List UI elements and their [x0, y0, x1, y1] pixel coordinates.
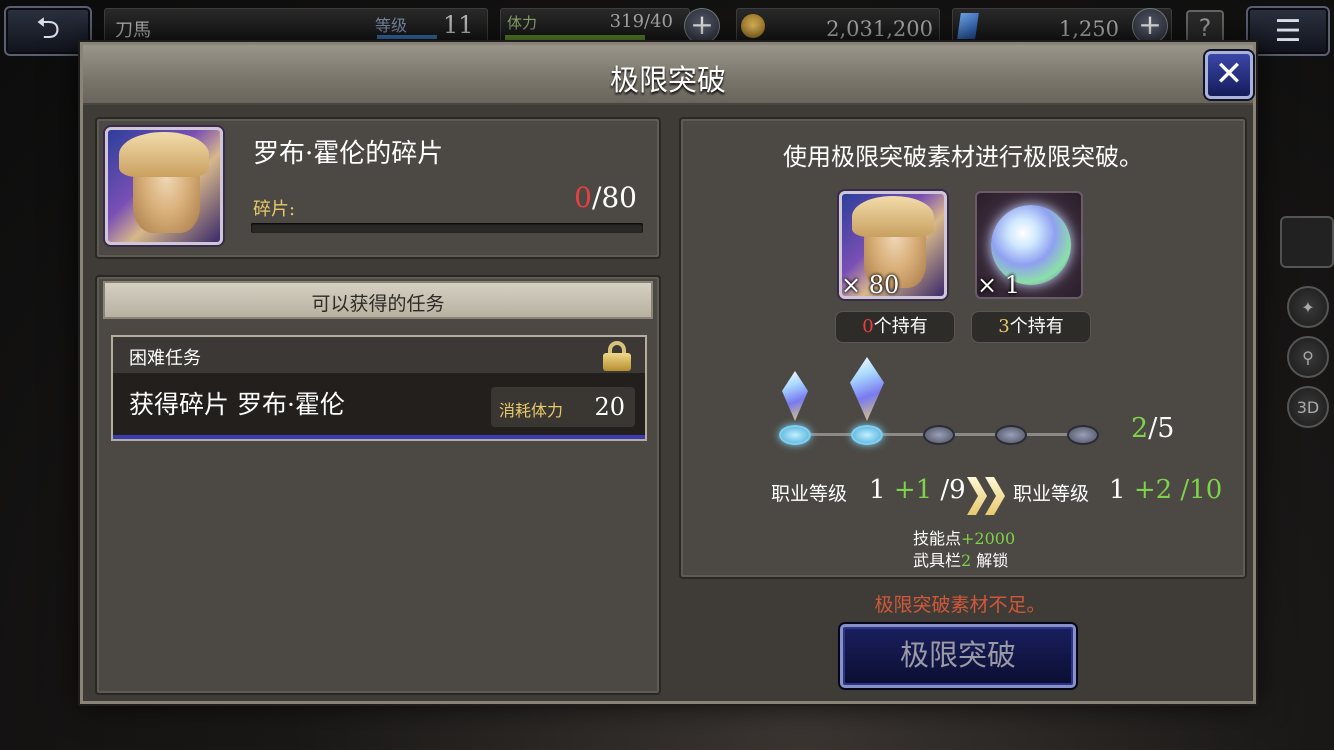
- character-portrait-icon: [105, 127, 223, 245]
- material-qty: × 80: [841, 271, 900, 299]
- job-max: /9: [940, 475, 966, 505]
- job-level-before: 1 +1 /9: [869, 475, 966, 505]
- mission-type-bar: 困难任务: [113, 337, 645, 373]
- slot-node-empty: [923, 425, 955, 445]
- fragment-count: 0/80: [574, 181, 637, 214]
- fragment-progress-bar: [251, 223, 643, 233]
- job-plus: +1: [893, 475, 933, 505]
- modal-header: 极限突破 ✕: [83, 45, 1253, 105]
- fragment-card-panel: 罗布·霍伦的碎片 碎片: 0/80: [95, 117, 661, 259]
- fragment-label: 碎片:: [253, 199, 296, 220]
- stamina-label: 体力: [507, 14, 538, 32]
- lock-icon: [603, 341, 631, 371]
- crystal-icon: [850, 357, 884, 421]
- crystal-icon: [782, 371, 808, 421]
- stamina-cost-value: 20: [594, 393, 625, 421]
- player-level: 11: [443, 11, 474, 39]
- side-emblem-icon[interactable]: ✦: [1287, 286, 1329, 328]
- job-max: /10: [1180, 475, 1223, 505]
- stamina-value: 319/40: [609, 11, 673, 32]
- add-gems-button[interactable]: +: [1132, 8, 1168, 44]
- missions-header: 可以获得的任务: [103, 281, 653, 319]
- job-plus: +2: [1133, 475, 1173, 505]
- bonus-label: 技能点: [913, 529, 962, 548]
- job-base: 1: [869, 475, 886, 505]
- mission-name: 获得碎片 罗布·霍伦: [129, 390, 345, 419]
- add-stamina-button[interactable]: +: [684, 8, 720, 44]
- owned-label: 个持有: [873, 316, 928, 337]
- owned-label: 个持有: [1009, 316, 1064, 337]
- mission-stamina-cost: 消耗体力 20: [491, 387, 635, 427]
- stamina-bar: [505, 35, 645, 40]
- limit-break-button[interactable]: 极限突破: [840, 624, 1076, 688]
- limit-break-count: 2/5: [1131, 413, 1174, 444]
- missions-header-label: 可以获得的任务: [311, 293, 445, 315]
- material-fragment[interactable]: × 80: [839, 191, 947, 299]
- gil-display: 2,031,200: [736, 8, 940, 42]
- mission-type: 困难任务: [129, 348, 201, 369]
- missions-panel: 可以获得的任务 困难任务 获得碎片 罗布·霍伦 消耗体力 20: [95, 275, 661, 695]
- bonus-label: 武具栏: [913, 551, 962, 570]
- mission-item[interactable]: 困难任务 获得碎片 罗布·霍伦 消耗体力 20: [111, 335, 647, 441]
- back-button[interactable]: ⮌: [4, 6, 92, 56]
- owned-number: 0: [862, 316, 874, 337]
- close-button[interactable]: ✕: [1205, 51, 1253, 99]
- fragment-required: /80: [591, 181, 637, 214]
- slot-node-empty: [995, 425, 1027, 445]
- limit-break-description: 使用极限突破素材进行极限突破。: [783, 143, 1143, 171]
- fragment-owned: 0: [574, 181, 592, 214]
- side-locked-feature-icon[interactable]: [1280, 216, 1334, 268]
- bonus-value: +2000: [961, 529, 1016, 548]
- player-info: 刀馬 等级 11: [104, 8, 488, 42]
- gil-value: 2,031,200: [826, 17, 933, 41]
- bonus-skill-points: 技能点+2000: [913, 525, 1015, 549]
- side-3d-toggle[interactable]: 3D: [1287, 386, 1329, 428]
- insufficient-materials-warning: 极限突破素材不足。: [874, 594, 1046, 616]
- material-owned-count: 0个持有: [835, 311, 955, 343]
- hamburger-menu-icon: ☰: [1274, 13, 1302, 49]
- menu-button[interactable]: ☰: [1246, 6, 1330, 56]
- stamina-display: 体力 319/40: [500, 8, 690, 42]
- gem-value: 1,250: [1058, 17, 1119, 41]
- gil-coin-icon: [741, 14, 765, 38]
- modal-title: 极限突破: [609, 63, 726, 97]
- level-progress-bar: [377, 35, 437, 39]
- slots-current: 2: [1131, 413, 1149, 444]
- job-level-label-before: 职业等级: [771, 483, 848, 505]
- job-level-after: 1 +2 /10: [1109, 475, 1222, 505]
- bonus-suffix: 解锁: [971, 551, 1009, 570]
- owned-number: 3: [998, 316, 1010, 337]
- level-label: 等级: [375, 16, 408, 35]
- material-owned-count: 3个持有: [971, 311, 1091, 343]
- bonus-value: 2: [961, 551, 972, 570]
- slot-node-filled: [851, 425, 883, 445]
- limit-break-panel: 使用极限突破素材进行极限突破。 × 80 × 1 0个持有 3个持有 2/5 职…: [679, 117, 1247, 579]
- gem-icon: [957, 13, 979, 39]
- job-level-label-after: 职业等级: [1013, 483, 1090, 505]
- material-qty: × 1: [977, 271, 1021, 299]
- back-arrow-icon: ⮌: [35, 10, 61, 46]
- side-search-icon[interactable]: ⚲: [1287, 336, 1329, 378]
- job-base: 1: [1109, 475, 1126, 505]
- stamina-cost-label: 消耗体力: [499, 401, 564, 420]
- help-button[interactable]: ?: [1186, 10, 1224, 46]
- player-name: 刀馬: [115, 20, 151, 41]
- material-orb[interactable]: × 1: [975, 191, 1083, 299]
- fragment-name: 罗布·霍伦的碎片: [253, 139, 444, 169]
- double-arrow-icon: [967, 477, 1011, 515]
- slots-total: /5: [1148, 413, 1175, 444]
- slot-node-filled: [779, 425, 811, 445]
- bonus-weapon-slot: 武具栏2 解锁: [913, 547, 1008, 571]
- slot-node-empty: [1067, 425, 1099, 445]
